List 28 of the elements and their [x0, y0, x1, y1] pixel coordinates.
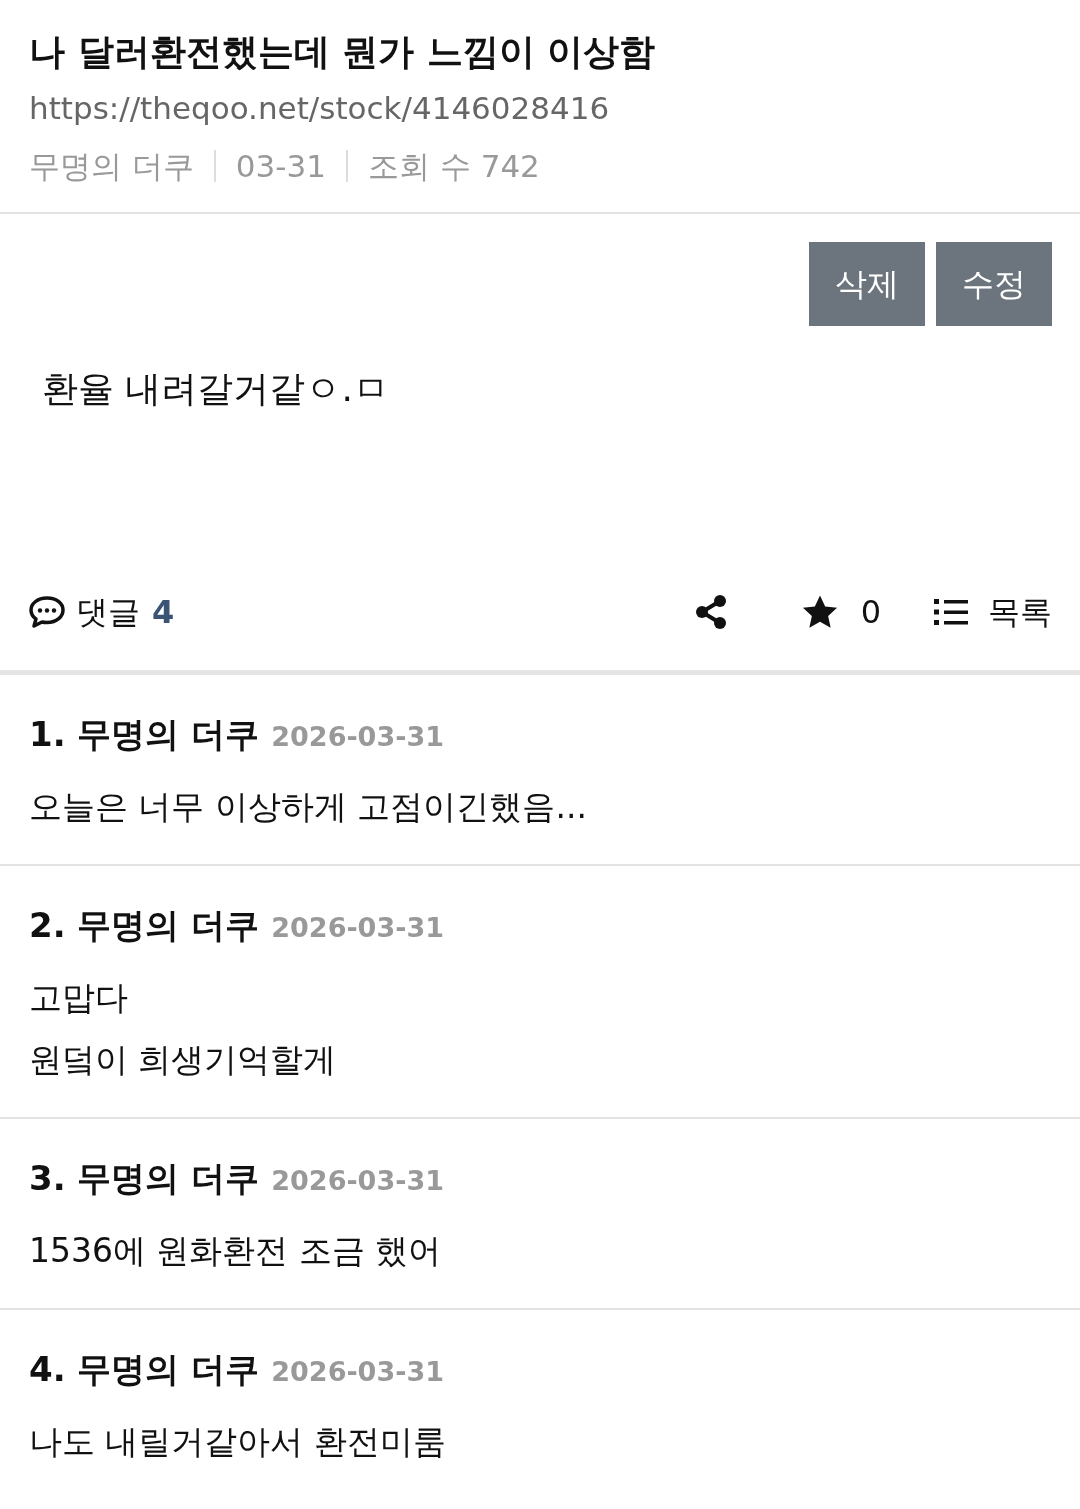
comment-date: 2026-03-31 [271, 1355, 444, 1389]
comment-text: 고맙다 [29, 977, 129, 1019]
post-meta: 조회 수 742 [367, 147, 540, 186]
post-body: 환율 내려갈거같ㅇ.ㅁ [41, 367, 390, 411]
comment-text: 원덬이 희생기억할게 [29, 1039, 338, 1081]
comment-date: 2026-03-31 [271, 720, 444, 754]
edit-button[interactable]: 수정 [936, 242, 1052, 326]
comment-text: 나도 내릴거같아서 환전미룸 [29, 1421, 447, 1463]
comment-date: 2026-03-31 [271, 911, 444, 945]
comments-label[interactable]: 댓글 [76, 588, 140, 636]
comment-author: 4. 무명의 더쿠 [29, 1348, 260, 1391]
speech-bubble-icon [28, 595, 66, 629]
comment-text: 오늘은 너무 이상하게 고점이긴했음... [29, 786, 588, 828]
comment-author: 2. 무명의 더쿠 [29, 904, 260, 947]
post-meta: 무명의 더쿠 [29, 147, 194, 186]
comment-author: 3. 무명의 더쿠 [29, 1157, 260, 1200]
comment-text: 1536에 원화환전 조금 했어 [29, 1230, 443, 1272]
comment-author: 1. 무명의 더쿠 [29, 713, 260, 756]
comment-date: 2026-03-31 [271, 1164, 444, 1198]
post-url[interactable]: https://theqoo.net/stock/4146028416 [29, 88, 1051, 128]
share-icon[interactable] [693, 594, 728, 630]
list-icon[interactable] [934, 598, 968, 626]
star-count: 0 [860, 592, 881, 633]
post-title: 나 달러환전했는데 뭔가 느낌이 이상함 [29, 30, 657, 74]
comments-count: 4 [152, 592, 175, 633]
list-link[interactable]: 목록 [988, 588, 1052, 636]
delete-button[interactable]: 삭제 [809, 242, 925, 326]
post-meta: 03-31 [235, 147, 326, 186]
